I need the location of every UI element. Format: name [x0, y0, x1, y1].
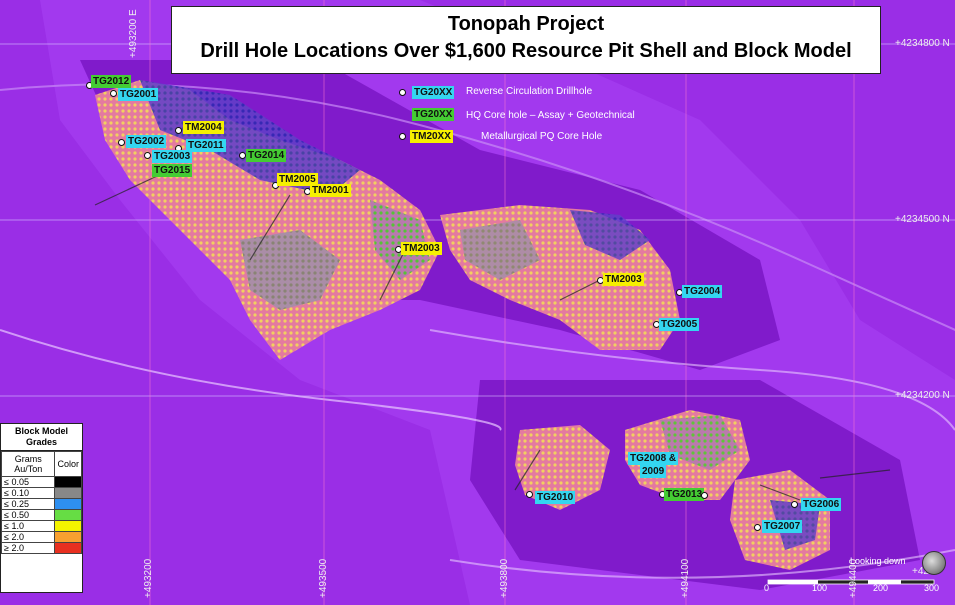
- northing-label-3: +4234200 N: [895, 390, 950, 401]
- grade-label: ≤ 0.10: [0, 487, 56, 499]
- drillhole-marker[interactable]: [175, 127, 182, 134]
- easting-label-2: +493500: [318, 558, 329, 598]
- grade-row: ≤ 2.0: [0, 531, 82, 543]
- compass-icon: [922, 551, 946, 575]
- legend-hq-tag: TG20XX: [412, 108, 455, 121]
- drillhole-label[interactable]: TG2013: [664, 488, 705, 501]
- grade-swatch: [54, 531, 82, 543]
- drillhole-label[interactable]: TG2003: [152, 150, 193, 163]
- drillhole-marker[interactable]: [526, 491, 533, 498]
- easting-label-3: +493800: [499, 558, 510, 598]
- drillhole-label[interactable]: TM2003: [401, 242, 442, 255]
- title-line-1: Tonopah Project: [447, 13, 605, 35]
- grade-swatch: [54, 520, 82, 532]
- grades-title-line-1: Block Model: [14, 426, 68, 436]
- grade-swatch: [54, 509, 82, 521]
- drillhole-marker[interactable]: [110, 90, 117, 97]
- legend-rc-text: Reverse Circulation Drillhole: [466, 86, 593, 97]
- grades-title: Block Model Grades: [1, 424, 82, 451]
- scale-label: 300: [924, 583, 940, 593]
- drillhole-marker[interactable]: [701, 492, 708, 499]
- legend-pq-tag: TM20XX: [410, 130, 453, 143]
- grade-row: ≤ 0.50: [0, 509, 82, 521]
- legend-rc-tag: TG20XX: [412, 86, 455, 99]
- map-title-box: Tonopah Project Drill Hole Locations Ove…: [171, 6, 881, 74]
- easting-label-top: +493200 E: [128, 9, 139, 58]
- northing-label-1: +4234800 N: [895, 38, 950, 49]
- drillhole-marker[interactable]: [791, 501, 798, 508]
- grade-label: ≤ 0.25: [0, 498, 56, 510]
- scale-label: 200: [873, 583, 889, 593]
- drillhole-label[interactable]: TG2001: [118, 88, 159, 101]
- drillhole-label[interactable]: TM2003: [603, 273, 644, 286]
- grades-table: Grams Au/Ton Color ≤ 0.05 ≤ 0.10 ≤ 0.25 …: [0, 451, 82, 554]
- drillhole-label[interactable]: TG2012: [91, 75, 132, 88]
- legend-rc-marker: [399, 89, 406, 96]
- grade-label: ≤ 2.0: [0, 531, 56, 543]
- drillhole-label[interactable]: TG2004: [682, 285, 723, 298]
- drillhole-label[interactable]: TM2001: [310, 184, 351, 197]
- looking-down-label: Looking down: [850, 556, 906, 566]
- grades-col-grams: Grams Au/Ton: [0, 451, 56, 477]
- drillhole-label[interactable]: TG2007: [762, 520, 803, 533]
- drillhole-label[interactable]: 2009: [640, 465, 667, 478]
- grade-label: ≥ 2.0: [0, 542, 56, 554]
- scale-label: 100: [812, 583, 828, 593]
- drillhole-label[interactable]: TG2008 &: [628, 452, 679, 465]
- drillhole-marker[interactable]: [239, 152, 246, 159]
- grade-row: ≤ 0.05: [0, 476, 82, 488]
- grade-label: ≤ 1.0: [0, 520, 56, 532]
- drillhole-marker[interactable]: [118, 139, 125, 146]
- grade-swatch: [54, 498, 82, 510]
- legend-pq-text: Metallurgical PQ Core Hole: [481, 131, 603, 142]
- grade-swatch: [54, 542, 82, 554]
- legend-hq-text: HQ Core hole – Assay + Geotechnical: [466, 110, 635, 121]
- drillhole-label[interactable]: TG2002: [126, 135, 167, 148]
- grade-row: ≤ 0.10: [0, 487, 82, 499]
- legend-pq-marker: [399, 133, 406, 140]
- grade-row: ≤ 0.25: [0, 498, 82, 510]
- block-model-grades-legend: Block Model Grades Grams Au/Ton Color ≤ …: [0, 423, 83, 593]
- scale-label: 0: [764, 583, 770, 593]
- grades-col-color: Color: [54, 451, 82, 477]
- drillhole-label[interactable]: TG2010: [535, 491, 576, 504]
- grades-title-line-2: Grades: [25, 437, 58, 447]
- drillhole-label[interactable]: TG2006: [801, 498, 842, 511]
- drillhole-label[interactable]: TM2004: [183, 121, 224, 134]
- northing-label-2: +4234500 N: [895, 214, 950, 225]
- grade-row: ≥ 2.0: [0, 542, 82, 554]
- drillhole-label[interactable]: TG2014: [246, 149, 287, 162]
- drillhole-marker[interactable]: [144, 152, 151, 159]
- drillhole-label[interactable]: TG2005: [659, 318, 700, 331]
- title-line-2: Drill Hole Locations Over $1,600 Resourc…: [200, 40, 852, 62]
- drillhole-label[interactable]: TG2015: [152, 164, 193, 177]
- easting-label-4: +494100: [680, 558, 691, 598]
- grade-label: ≤ 0.05: [0, 476, 56, 488]
- grade-label: ≤ 0.50: [0, 509, 56, 521]
- grade-swatch: [54, 476, 82, 488]
- easting-label-1: +493200: [143, 558, 154, 598]
- grade-swatch: [54, 487, 82, 499]
- grade-row: ≤ 1.0: [0, 520, 82, 532]
- drillhole-marker[interactable]: [754, 524, 761, 531]
